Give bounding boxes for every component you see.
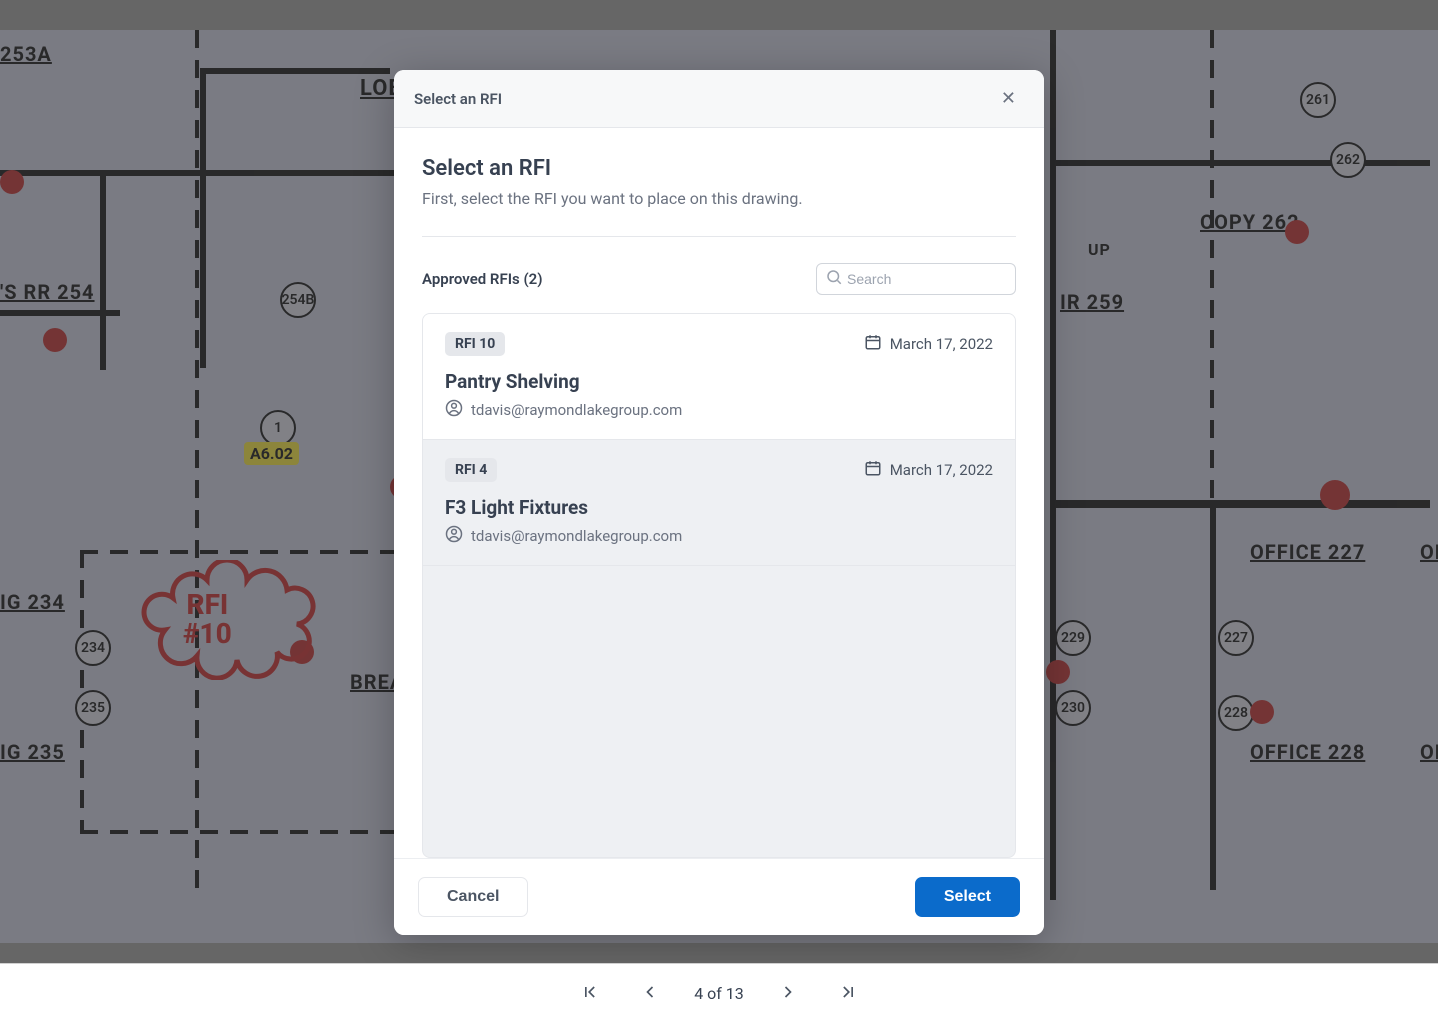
rfi-badge: RFI 4 [445, 458, 497, 482]
rfi-badge: RFI 10 [445, 332, 505, 356]
rfi-title: Pantry Shelving [445, 370, 993, 393]
rfi-date: March 17, 2022 [864, 459, 993, 481]
modal-header: Select an RFI ✕ [394, 70, 1044, 128]
select-rfi-modal: Select an RFI ✕ Select an RFI First, sel… [394, 70, 1044, 935]
rfi-list[interactable]: RFI 10 March 17, 2022 Pantry Shelving tdavi… [422, 313, 1016, 858]
page-navigator: 4 of 13 [0, 963, 1438, 1023]
first-page-icon [580, 982, 600, 1005]
next-page-button[interactable] [772, 976, 804, 1011]
rfi-card[interactable]: RFI 4 March 17, 2022 F3 Light Fixtures tdav… [423, 440, 1015, 566]
modal-subtitle: First, select the RFI you want to place … [422, 189, 1016, 237]
search-wrap [816, 263, 1016, 295]
search-input[interactable] [816, 263, 1016, 295]
rfi-email: tdavis@raymondlakegroup.com [445, 525, 993, 547]
first-page-button[interactable] [574, 976, 606, 1011]
modal-title: Select an RFI [422, 156, 1016, 181]
select-button[interactable]: Select [915, 877, 1020, 917]
calendar-icon [864, 459, 882, 481]
chevron-left-icon [640, 982, 660, 1005]
modal-footer: Cancel Select [394, 858, 1044, 935]
chevron-right-icon [778, 982, 798, 1005]
rfi-title: F3 Light Fixtures [445, 496, 993, 519]
prev-page-button[interactable] [634, 976, 666, 1011]
calendar-icon [864, 333, 882, 355]
rfi-card[interactable]: RFI 10 March 17, 2022 Pantry Shelving tdavi… [423, 314, 1015, 440]
modal-body: Select an RFI First, select the RFI you … [394, 128, 1044, 858]
close-button[interactable]: ✕ [993, 84, 1024, 113]
page-indicator: 4 of 13 [694, 984, 744, 1003]
list-header: Approved RFIs (2) [422, 263, 1016, 295]
last-page-button[interactable] [832, 976, 864, 1011]
cancel-button[interactable]: Cancel [418, 877, 528, 917]
last-page-icon [838, 982, 858, 1005]
list-count-label: Approved RFIs (2) [422, 270, 543, 288]
user-icon [445, 399, 463, 421]
rfi-date: March 17, 2022 [864, 333, 993, 355]
rfi-email: tdavis@raymondlakegroup.com [445, 399, 993, 421]
close-icon: ✕ [1001, 88, 1016, 108]
modal-header-title: Select an RFI [414, 90, 502, 108]
search-icon [825, 268, 843, 290]
user-icon [445, 525, 463, 547]
